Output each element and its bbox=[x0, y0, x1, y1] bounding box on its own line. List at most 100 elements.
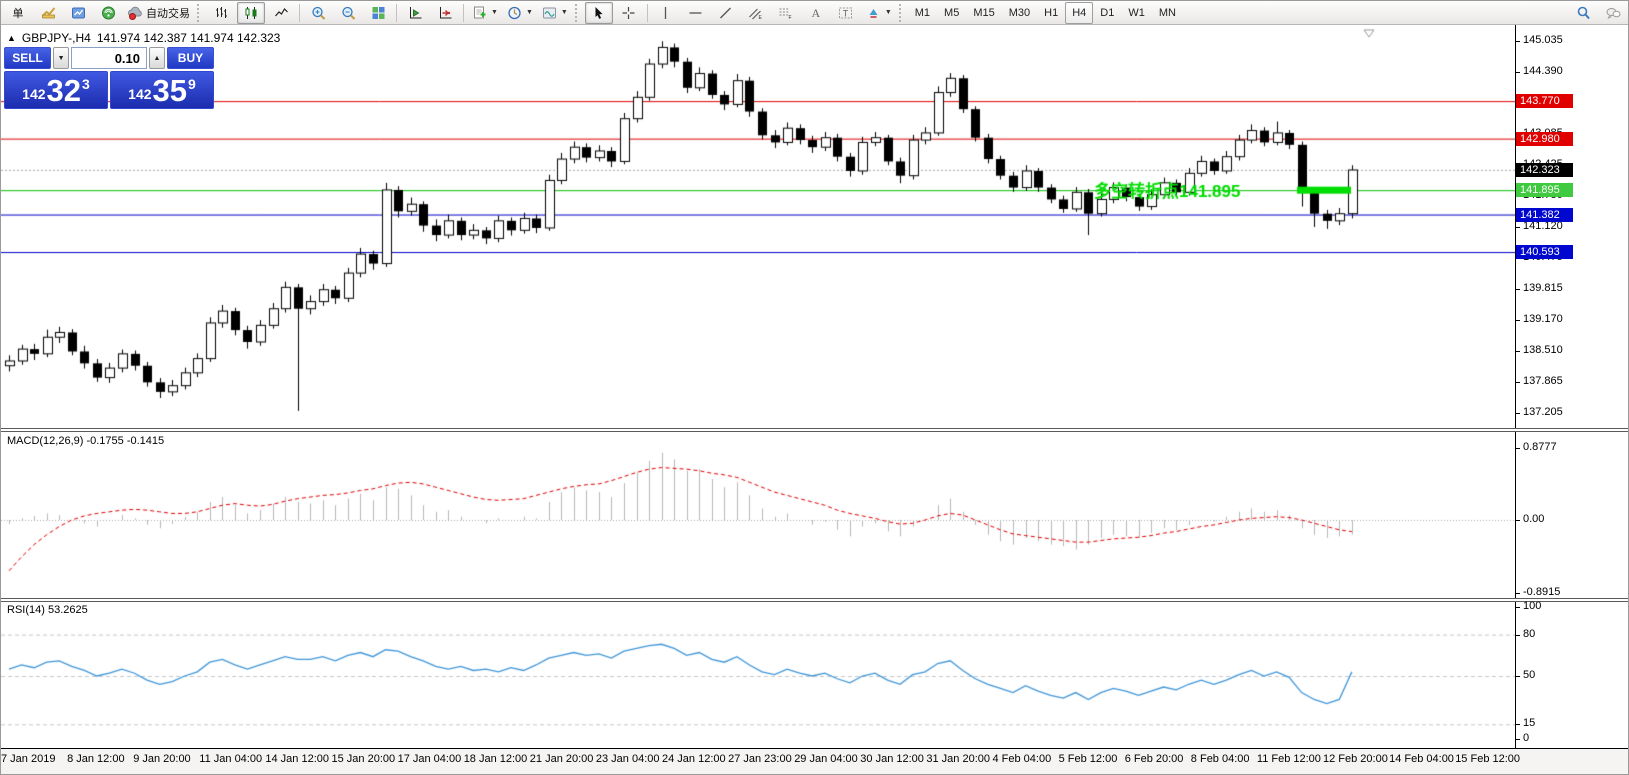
tile-windows-button[interactable] bbox=[364, 2, 392, 24]
fibonacci-button[interactable]: F bbox=[772, 2, 800, 24]
search-button[interactable] bbox=[1569, 2, 1597, 24]
time-axis-label: 14 Feb 04:00 bbox=[1389, 753, 1454, 765]
axis-tick bbox=[1515, 607, 1520, 608]
macd-label: MACD(12,26,9) -0.1755 -0.1415 bbox=[7, 435, 165, 447]
price-level-badge: 143.770 bbox=[1516, 94, 1573, 108]
axis-tick bbox=[1515, 320, 1520, 321]
timeframe-d1-button[interactable]: D1 bbox=[1093, 2, 1121, 24]
axis-tick-label: 139.815 bbox=[1523, 282, 1563, 294]
periods-button[interactable]: ▼ bbox=[503, 2, 536, 24]
new-order-button[interactable]: 单 bbox=[4, 2, 32, 24]
symbol-timeframe-label: GBPJPY-,H4 bbox=[21, 31, 91, 45]
auto-scroll-icon bbox=[409, 6, 421, 18]
crosshair-button[interactable] bbox=[615, 2, 643, 24]
macd-canvas[interactable] bbox=[1, 432, 1515, 598]
axis-tick-label: 138.510 bbox=[1523, 344, 1563, 356]
bar-chart-button[interactable] bbox=[207, 2, 235, 24]
time-axis-label: 14 Jan 12:00 bbox=[265, 753, 330, 765]
axis-tick-label: 80 bbox=[1523, 628, 1536, 640]
axis-tick bbox=[1515, 382, 1520, 383]
axis-tick-label: 145.035 bbox=[1523, 34, 1563, 46]
arrows-button[interactable]: ▼ bbox=[862, 2, 895, 24]
chart-title: ▲ GBPJPY-,H4 141.974 142.387 141.974 142… bbox=[7, 31, 280, 45]
svg-text:F: F bbox=[789, 15, 792, 21]
axis-tick bbox=[1515, 593, 1520, 594]
signals-icon[interactable] bbox=[94, 2, 122, 24]
auto-scroll-button[interactable] bbox=[401, 2, 429, 24]
trendline-button[interactable] bbox=[712, 2, 740, 24]
time-axis-label: 29 Jan 04:00 bbox=[794, 753, 858, 765]
charts-icon[interactable] bbox=[34, 2, 62, 24]
rsi-label: RSI(14) 53.2625 bbox=[7, 604, 88, 616]
timeframe-h4-button[interactable]: H4 bbox=[1065, 1, 1094, 24]
time-axis-label: 11 Feb 12:00 bbox=[1256, 753, 1321, 765]
vertical-line-button[interactable] bbox=[652, 2, 680, 24]
toolbar-separator bbox=[299, 3, 300, 22]
timeframe-group: M1 M5 M15 M30 H1 H4 D1 W1 MN bbox=[908, 1, 1183, 24]
volume-decrease-button[interactable]: ▼ bbox=[53, 47, 69, 69]
crosshair-icon bbox=[622, 6, 635, 19]
axis-tick-label: 0.8777 bbox=[1523, 441, 1557, 453]
cursor-button[interactable] bbox=[584, 1, 613, 24]
line-chart-button[interactable] bbox=[267, 2, 295, 24]
axis-tick bbox=[1515, 227, 1520, 228]
candlestick-chart-button[interactable] bbox=[237, 1, 265, 24]
cursor-icon bbox=[595, 6, 603, 19]
templates-button[interactable]: ▼ bbox=[538, 2, 571, 24]
market-watch-icon[interactable] bbox=[64, 2, 92, 24]
timeframe-w1-button[interactable]: W1 bbox=[1121, 2, 1152, 24]
axis-tick-label: 100 bbox=[1523, 600, 1542, 612]
main-toolbar: 单 自动交易 ▼ ▼ ▼ E F A T ▼ M1 M5 M15 M30 H1 … bbox=[1, 1, 1628, 25]
sell-price-display[interactable]: 142 32 3 bbox=[4, 71, 108, 109]
periods-clock-icon bbox=[508, 6, 521, 19]
toolbar-separator bbox=[646, 3, 648, 22]
pane-separator[interactable] bbox=[1, 428, 1628, 432]
axis-tick-label: 139.170 bbox=[1523, 313, 1563, 325]
time-axis-label: 15 Jan 20:00 bbox=[331, 753, 396, 765]
chat-button[interactable] bbox=[1599, 2, 1627, 24]
timeframe-m5-button[interactable]: M5 bbox=[937, 2, 966, 24]
zoom-out-button[interactable] bbox=[334, 2, 362, 24]
zoom-in-button[interactable] bbox=[304, 2, 332, 24]
axis-tick-label: 50 bbox=[1523, 669, 1536, 681]
symbol-direction-icon: ▲ bbox=[7, 33, 16, 43]
new-chart-button[interactable]: ▼ bbox=[468, 2, 501, 24]
timeframe-m30-button[interactable]: M30 bbox=[1002, 2, 1037, 24]
vertical-line-icon bbox=[665, 6, 667, 19]
time-axis-label: 8 Feb 04:00 bbox=[1190, 753, 1250, 765]
axis-tick bbox=[1515, 351, 1520, 352]
sell-button[interactable]: SELL bbox=[4, 47, 52, 69]
text-button[interactable]: A bbox=[802, 2, 830, 24]
autotrading-button[interactable]: 自动交易 bbox=[124, 2, 193, 24]
price-chart-canvas[interactable] bbox=[1, 25, 1515, 428]
chart-shift-button[interactable] bbox=[431, 2, 459, 24]
text-icon: A bbox=[812, 6, 821, 20]
timeframe-m1-button[interactable]: M1 bbox=[908, 2, 937, 24]
volume-increase-button[interactable]: ▲ bbox=[149, 47, 165, 69]
axis-tick bbox=[1515, 41, 1520, 42]
price-level-badge: 141.382 bbox=[1516, 208, 1573, 222]
pane-separator[interactable] bbox=[1, 598, 1628, 602]
timeframe-mn-button[interactable]: MN bbox=[1152, 2, 1183, 24]
buy-button[interactable]: BUY bbox=[166, 47, 214, 69]
timeframe-h1-button[interactable]: H1 bbox=[1037, 2, 1065, 24]
ohlc-values: 141.974 142.387 141.974 142.323 bbox=[96, 31, 281, 45]
zoom-in-icon bbox=[311, 6, 325, 20]
price-level-badge: 141.895 bbox=[1516, 183, 1573, 197]
volume-input[interactable] bbox=[71, 47, 147, 69]
autotrading-label: 自动交易 bbox=[146, 7, 190, 20]
time-axis-label: 17 Jan 04:00 bbox=[397, 753, 462, 765]
text-label-button[interactable]: T bbox=[832, 2, 860, 24]
buy-price-display[interactable]: 142 35 9 bbox=[110, 71, 214, 109]
rsi-canvas[interactable] bbox=[1, 602, 1515, 748]
time-axis[interactable]: 7 Jan 2019 8 Jan 12:00 9 Jan 20:00 11 Jan 0… bbox=[1, 748, 1628, 774]
timeframe-m15-button[interactable]: M15 bbox=[966, 2, 1001, 24]
channel-icon: E bbox=[749, 8, 763, 21]
axis-tick bbox=[1515, 724, 1520, 725]
horizontal-line-button[interactable] bbox=[682, 2, 710, 24]
channel-button[interactable]: E bbox=[742, 2, 770, 24]
toolbar-separator bbox=[396, 3, 397, 22]
time-axis-label: 6 Feb 20:00 bbox=[1124, 753, 1184, 765]
axis-tick-label: 137.205 bbox=[1523, 406, 1563, 418]
price-level-badge: 142.980 bbox=[1516, 132, 1573, 146]
